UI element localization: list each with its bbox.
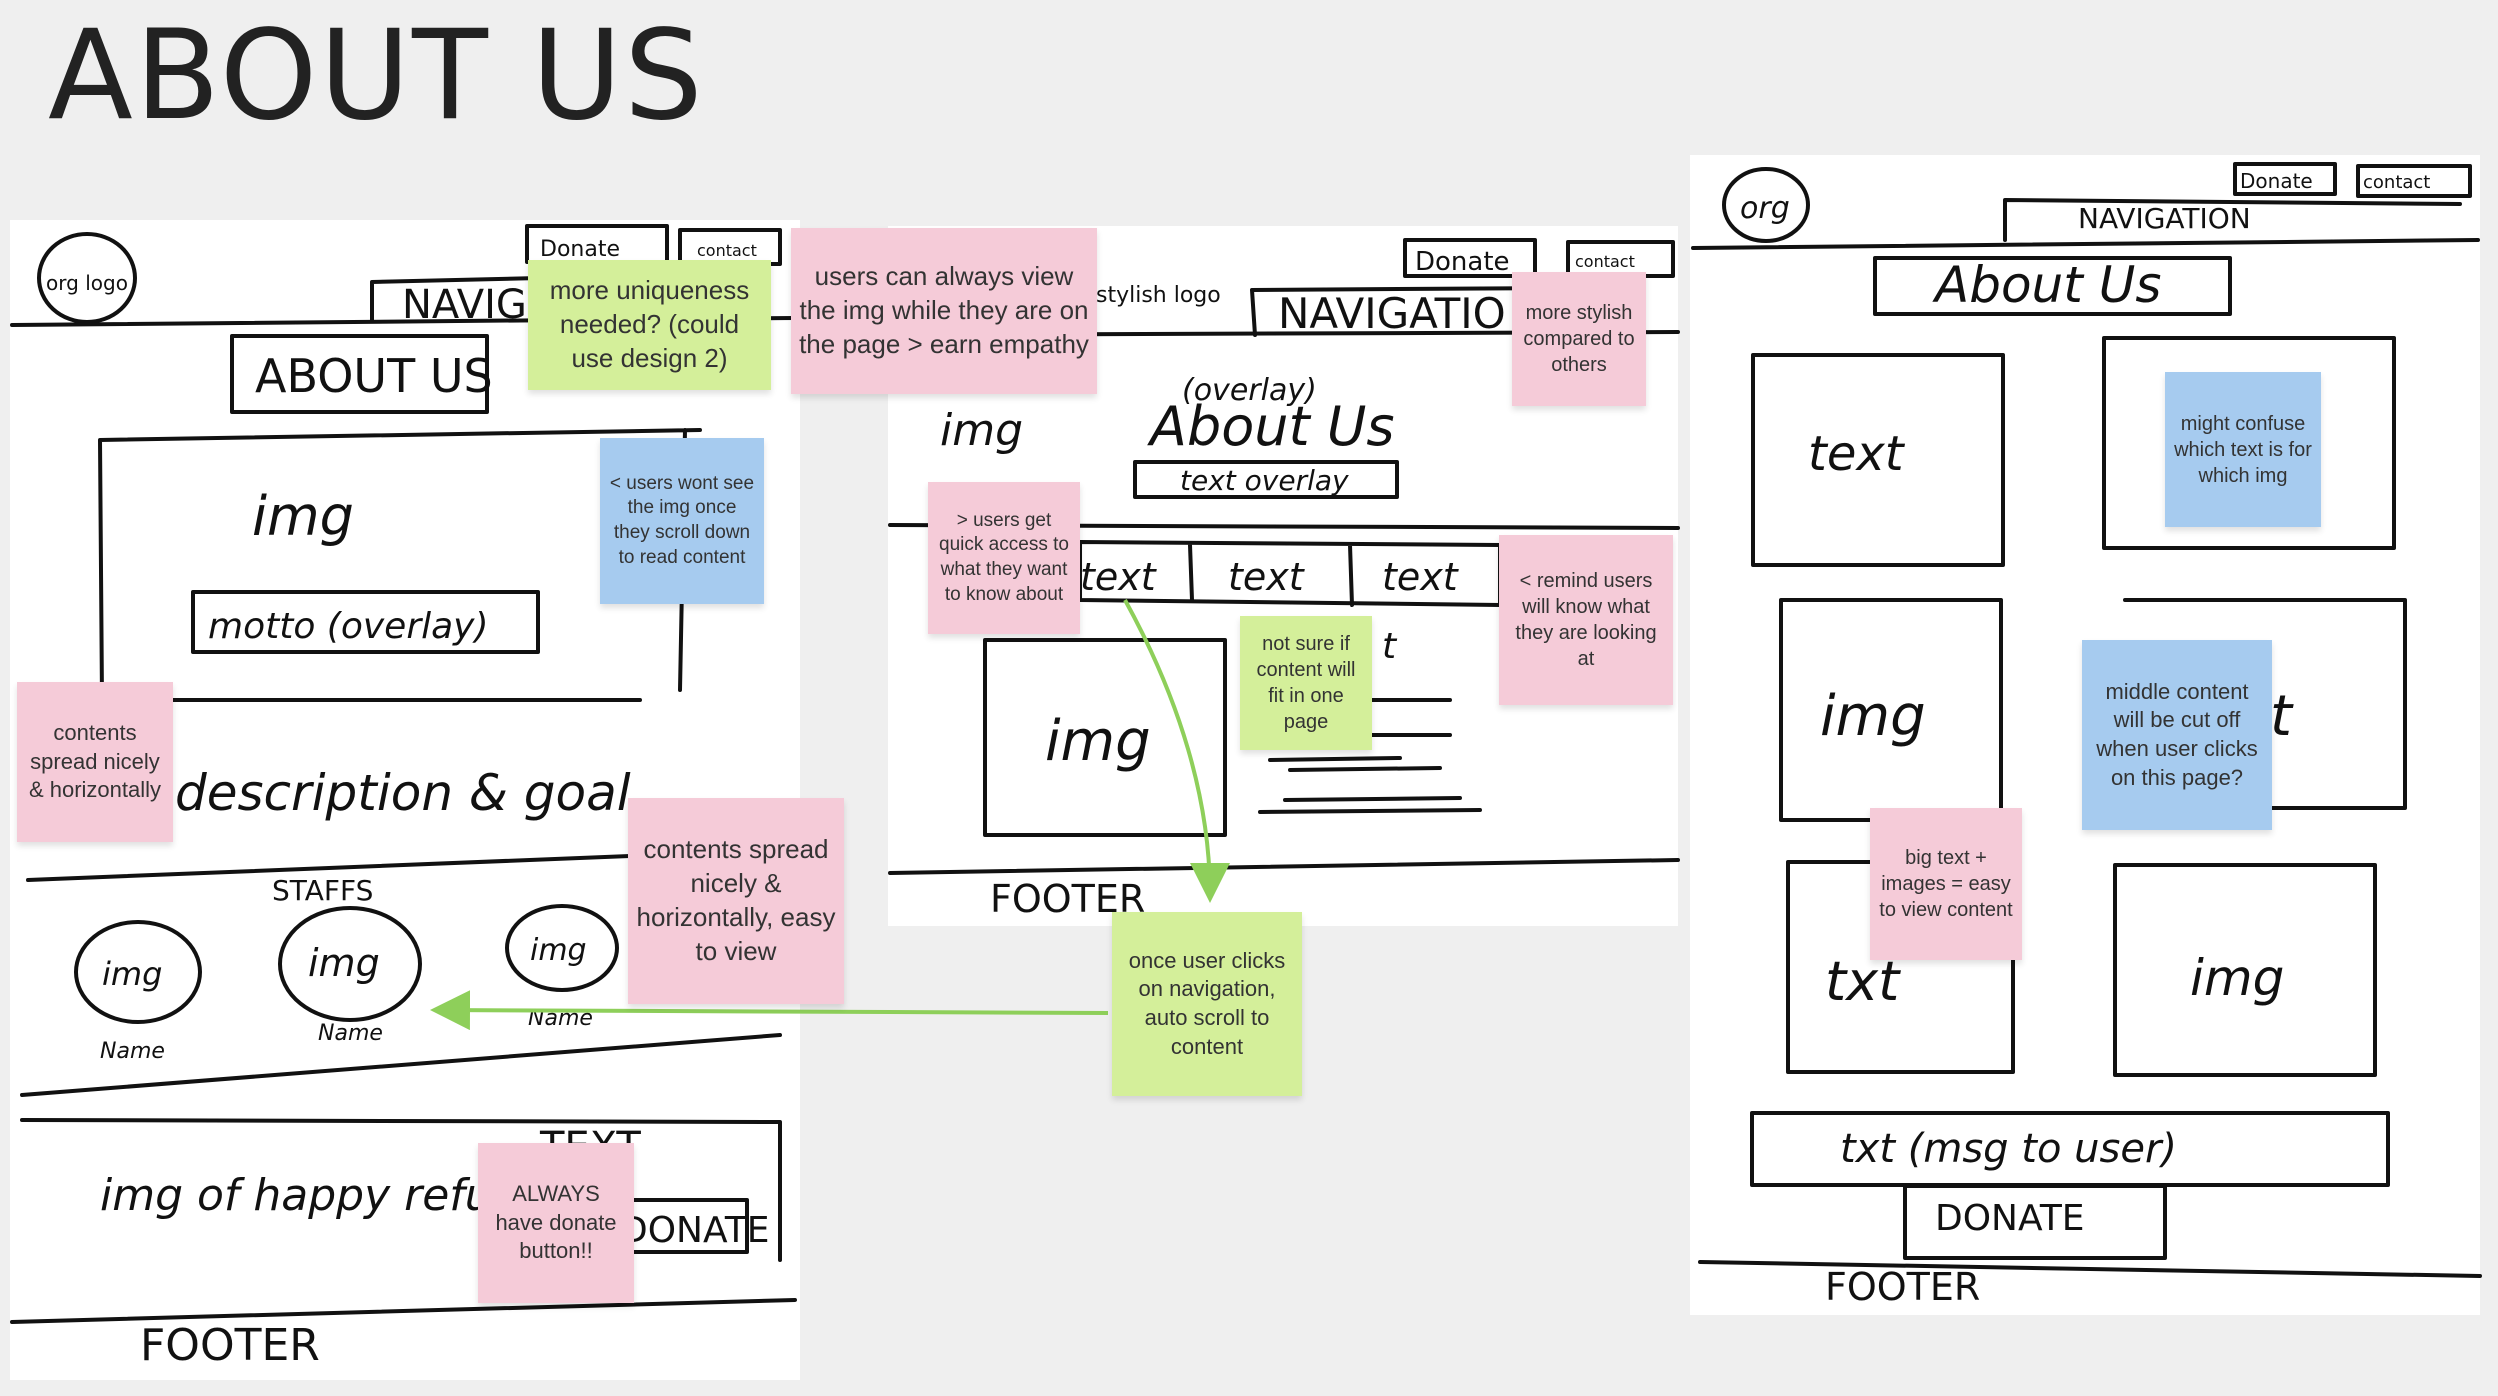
sticky-note-cut-off: middle content will be cut off when user… <box>2082 640 2272 830</box>
sticky-note-uniqueness: more uniqueness needed? (could use desig… <box>528 260 771 390</box>
sticky-note-spread-2: contents spread nicely & horizontally, e… <box>628 798 844 1004</box>
sticky-note-donate: ALWAYS have donate button!! <box>478 1143 634 1303</box>
sticky-note-stylish: more stylish compared to others <box>1512 272 1646 406</box>
sticky-note-fit-page: not sure if content will fit in one page <box>1240 616 1372 750</box>
sticky-note-spread-1: contents spread nicely & horizontally <box>17 682 173 842</box>
sticky-note-remind-users: < remind users will know what they are l… <box>1499 535 1673 705</box>
sticky-note-scroll-img: < users wont see the img once they scrol… <box>600 438 764 604</box>
sticky-note-quick-access: > users get quick access to what they wa… <box>928 482 1080 634</box>
sticky-note-confuse: might confuse which text is for which im… <box>2165 372 2321 527</box>
sticky-note-big-text: big text + images = easy to view content <box>1870 808 2022 960</box>
sticky-note-auto-scroll: once user clicks on navigation, auto scr… <box>1112 912 1302 1096</box>
sticky-note-img-view: users can always view the img while they… <box>791 228 1097 394</box>
page-title: ABOUT US <box>48 4 705 148</box>
